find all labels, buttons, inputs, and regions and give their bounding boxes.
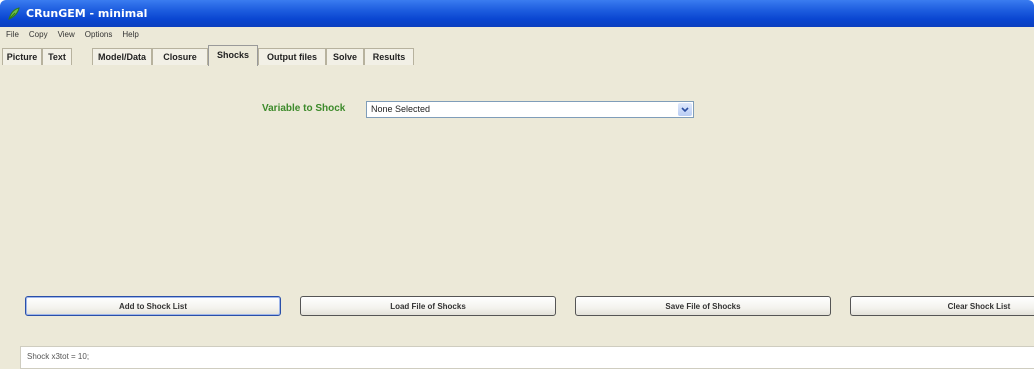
menu-bar: File Copy View Options Help xyxy=(0,27,1034,42)
menu-view[interactable]: View xyxy=(54,30,79,39)
tab-bar: Picture Text Model/Data Closure Shocks O… xyxy=(0,42,1034,66)
title-bar: CRunGEM - minimal xyxy=(0,0,1034,27)
tab-output-files[interactable]: Output files xyxy=(258,48,326,65)
variable-to-shock-label: Variable to Shock xyxy=(262,103,346,114)
tab-model-data[interactable]: Model/Data xyxy=(92,48,152,65)
tab-results[interactable]: Results xyxy=(364,48,414,65)
menu-options[interactable]: Options xyxy=(81,30,117,39)
chevron-down-icon[interactable] xyxy=(678,103,692,116)
shock-list[interactable]: Shock x3tot = 10; xyxy=(20,346,1034,369)
clear-shock-list-label: Clear Shock List xyxy=(947,301,1011,311)
list-item: Shock x3tot = 10; xyxy=(27,352,90,361)
tab-picture[interactable]: Picture xyxy=(2,48,42,65)
menu-copy[interactable]: Copy xyxy=(25,30,52,39)
app-icon xyxy=(6,6,22,22)
tab-closure[interactable]: Closure xyxy=(152,48,208,65)
tab-text[interactable]: Text xyxy=(42,48,72,65)
tab-solve[interactable]: Solve xyxy=(326,48,364,65)
save-file-of-shocks-button[interactable]: Save File of Shocks xyxy=(575,296,831,316)
variable-select[interactable]: None Selected xyxy=(366,101,694,118)
clear-shock-list-button[interactable]: Clear Shock List xyxy=(850,296,1034,316)
load-file-of-shocks-button[interactable]: Load File of Shocks xyxy=(300,296,556,316)
window-title: CRunGEM - minimal xyxy=(26,7,148,20)
tab-shocks[interactable]: Shocks xyxy=(208,45,258,66)
variable-select-value: None Selected xyxy=(371,104,431,114)
add-to-shock-list-button[interactable]: Add to Shock List xyxy=(25,296,281,316)
menu-help[interactable]: Help xyxy=(118,30,142,39)
shocks-panel: Variable to Shock None Selected Add to S… xyxy=(0,65,1034,369)
menu-file[interactable]: File xyxy=(2,30,23,39)
